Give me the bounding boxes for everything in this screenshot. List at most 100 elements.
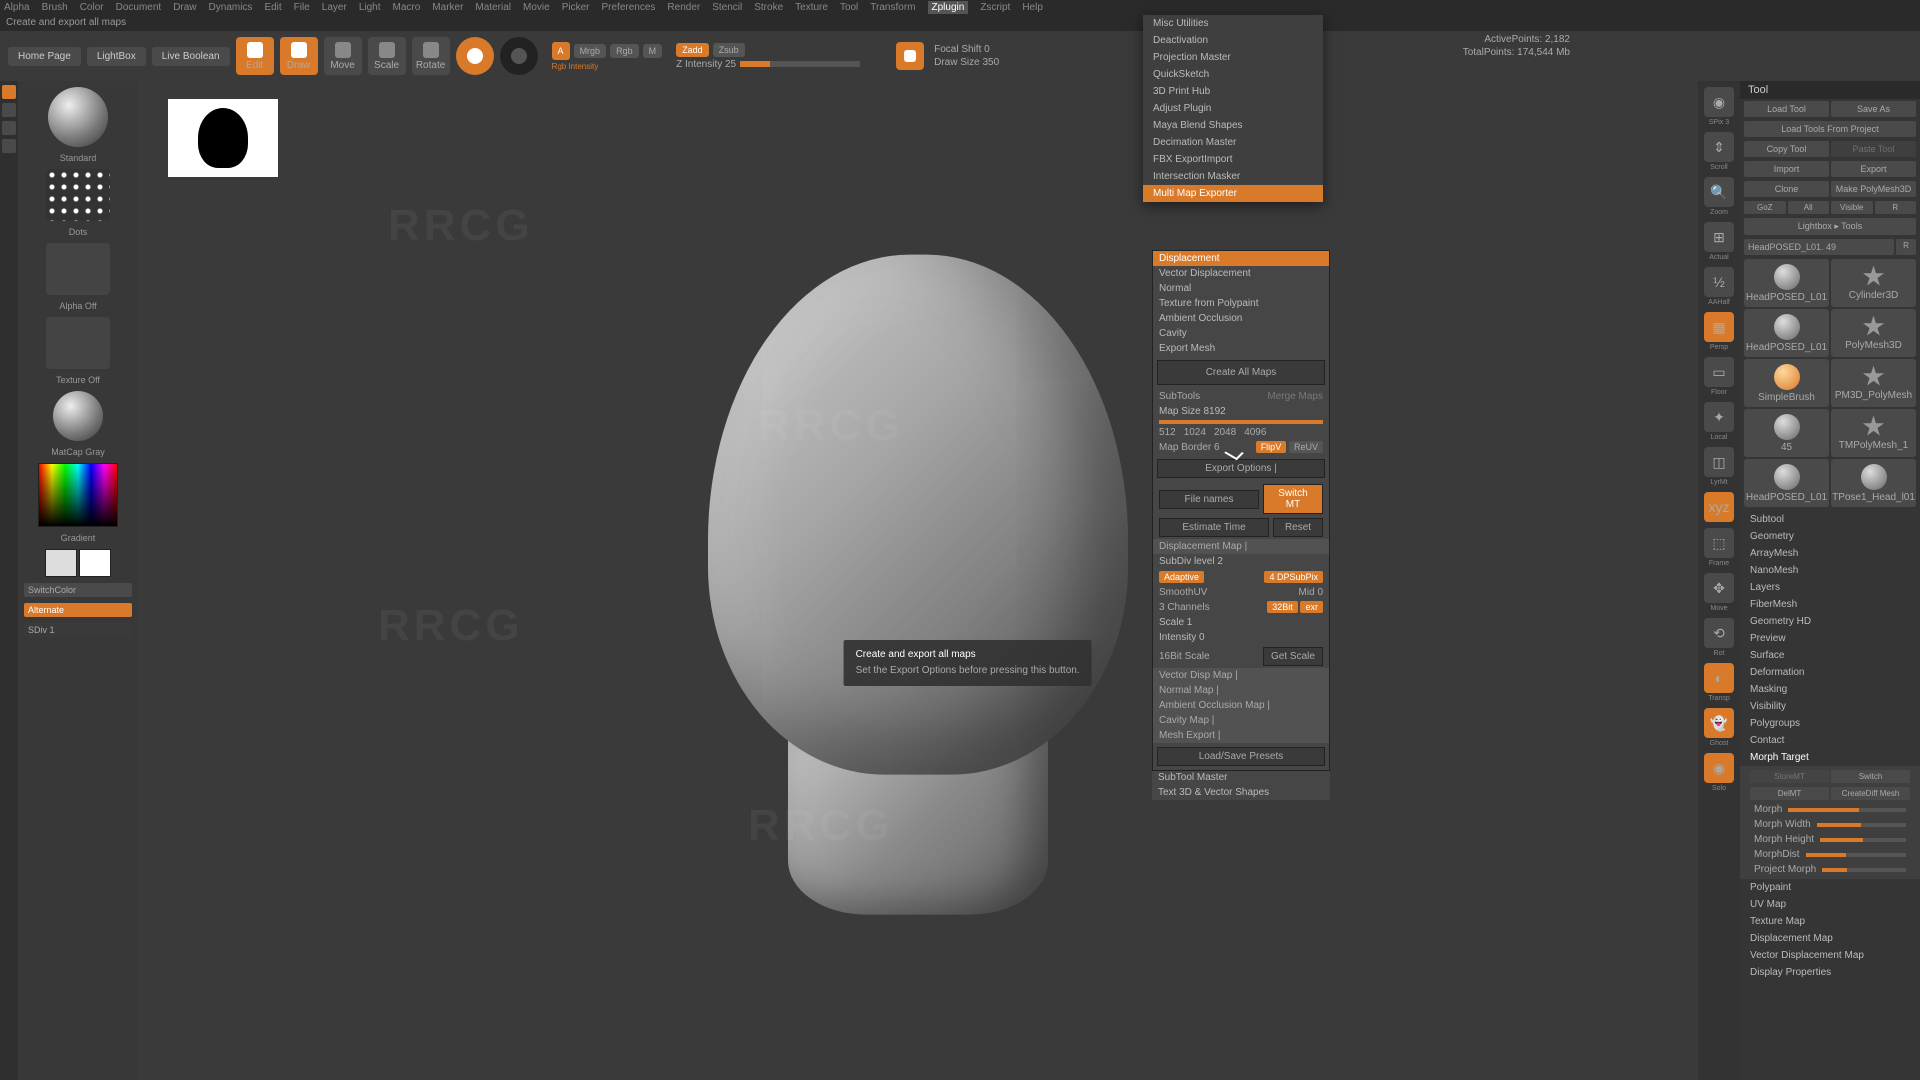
morph-width-slider[interactable]: Morph Width bbox=[1746, 817, 1914, 832]
tool-thumb[interactable]: 45 bbox=[1744, 409, 1829, 457]
map-border-label[interactable]: Map Border 6 bbox=[1159, 442, 1220, 453]
reset-button[interactable]: Reset bbox=[1273, 518, 1323, 537]
r-toggle[interactable]: R bbox=[1896, 239, 1916, 255]
menu-zscript[interactable]: Zscript bbox=[980, 2, 1010, 13]
color-swatches[interactable] bbox=[45, 549, 111, 577]
menu-layer[interactable]: Layer bbox=[322, 2, 347, 13]
morph-slider[interactable]: Morph bbox=[1746, 802, 1914, 817]
floor-icon[interactable]: ▭ bbox=[1704, 357, 1734, 387]
mid-field[interactable]: Mid 0 bbox=[1299, 587, 1323, 598]
section-arraymesh[interactable]: ArrayMesh bbox=[1740, 545, 1920, 562]
intensity-field[interactable]: Intensity 0 bbox=[1153, 630, 1329, 645]
mme-exportmesh-toggle[interactable]: Export Mesh bbox=[1153, 341, 1329, 356]
section-visibility[interactable]: Visibility bbox=[1740, 698, 1920, 715]
vdisp-map-header[interactable]: Vector Disp Map | bbox=[1153, 668, 1329, 683]
switch-color-button[interactable]: SwitchColor bbox=[24, 583, 132, 597]
section-polygroups[interactable]: Polygroups bbox=[1740, 715, 1920, 732]
map-size-label[interactable]: Map Size 8192 bbox=[1153, 404, 1329, 419]
exr-toggle[interactable]: exr bbox=[1300, 601, 1323, 613]
material-preview[interactable] bbox=[53, 391, 103, 441]
get-scale-button[interactable]: Get Scale bbox=[1263, 647, 1323, 666]
alternate-button[interactable]: Alternate bbox=[24, 603, 132, 617]
project-morph-slider[interactable]: Project Morph bbox=[1746, 862, 1914, 877]
export-button[interactable]: Export bbox=[1831, 161, 1916, 177]
spix-icon[interactable]: ◉ bbox=[1704, 87, 1734, 117]
mrgb-toggle[interactable]: Mrgb bbox=[574, 44, 607, 58]
menu-draw[interactable]: Draw bbox=[173, 2, 196, 13]
section-deformation[interactable]: Deformation bbox=[1740, 664, 1920, 681]
save-as-button[interactable]: Save As bbox=[1831, 101, 1916, 117]
menu-zplugin[interactable]: Zplugin bbox=[928, 1, 969, 14]
flipv-toggle[interactable]: FlipV bbox=[1256, 441, 1287, 453]
smoothuv-toggle[interactable]: SmoothUV bbox=[1159, 587, 1207, 598]
local-icon[interactable]: ✦ bbox=[1704, 402, 1734, 432]
dd-subtool-master[interactable]: SubTool Master bbox=[1152, 770, 1330, 785]
create-all-maps-button[interactable]: Create All Maps bbox=[1157, 360, 1325, 385]
mme-displacement-toggle[interactable]: Displacement bbox=[1153, 251, 1329, 266]
section-surface[interactable]: Surface bbox=[1740, 647, 1920, 664]
section-nanomesh[interactable]: NanoMesh bbox=[1740, 562, 1920, 579]
menu-transform[interactable]: Transform bbox=[870, 2, 915, 13]
ao-map-header[interactable]: Ambient Occlusion Map | bbox=[1153, 698, 1329, 713]
mme-ao-toggle[interactable]: Ambient Occlusion bbox=[1153, 311, 1329, 326]
ghost-icon[interactable]: 👻 bbox=[1704, 708, 1734, 738]
dd-misc-utilities[interactable]: Misc Utilities bbox=[1143, 15, 1323, 32]
rail-icon[interactable] bbox=[2, 103, 16, 117]
menu-picker[interactable]: Picker bbox=[562, 2, 590, 13]
estimate-time-button[interactable]: Estimate Time bbox=[1159, 518, 1269, 537]
section-polypaint[interactable]: Polypaint bbox=[1740, 879, 1920, 896]
section-uvmap[interactable]: UV Map bbox=[1740, 896, 1920, 913]
file-names-button[interactable]: File names bbox=[1159, 490, 1259, 509]
mrgb-a-toggle[interactable]: A bbox=[552, 42, 570, 60]
m-toggle[interactable]: M bbox=[643, 44, 663, 58]
section-vectdispmap[interactable]: Vector Displacement Map bbox=[1740, 947, 1920, 964]
menu-macro[interactable]: Macro bbox=[393, 2, 421, 13]
dd-multi-map-exporter[interactable]: Multi Map Exporter bbox=[1143, 185, 1323, 202]
scroll-icon[interactable]: ⇕ bbox=[1704, 132, 1734, 162]
goz-all-button[interactable]: All bbox=[1788, 201, 1830, 214]
mesh-export-header[interactable]: Mesh Export | bbox=[1153, 728, 1329, 743]
xyz-icon[interactable]: xyz bbox=[1704, 492, 1734, 522]
rail-icon[interactable] bbox=[2, 121, 16, 135]
menu-alpha[interactable]: Alpha bbox=[4, 2, 30, 13]
focal-shift-slider[interactable]: Focal Shift 0 bbox=[934, 44, 999, 55]
menu-preferences[interactable]: Preferences bbox=[601, 2, 655, 13]
section-texturemap[interactable]: Texture Map bbox=[1740, 913, 1920, 930]
mme-normal-toggle[interactable]: Normal bbox=[1153, 281, 1329, 296]
menu-material[interactable]: Material bbox=[475, 2, 511, 13]
load-project-button[interactable]: Load Tools From Project bbox=[1744, 121, 1916, 137]
rot-icon[interactable]: ⟲ bbox=[1704, 618, 1734, 648]
tool-thumb[interactable]: Cylinder3D bbox=[1831, 259, 1916, 307]
sculptris-button[interactable] bbox=[500, 37, 538, 75]
edit-mode-button[interactable]: Edit bbox=[236, 37, 274, 75]
mapsize-512[interactable]: 512 bbox=[1159, 427, 1176, 438]
move-mode-button[interactable]: Move bbox=[324, 37, 362, 75]
dd-deactivation[interactable]: Deactivation bbox=[1143, 32, 1323, 49]
adaptive-toggle[interactable]: Adaptive bbox=[1159, 571, 1204, 583]
section-masking[interactable]: Masking bbox=[1740, 681, 1920, 698]
mme-texpoly-toggle[interactable]: Texture from Polypaint bbox=[1153, 296, 1329, 311]
mme-vdisp-toggle[interactable]: Vector Displacement bbox=[1153, 266, 1329, 281]
tool-thumb[interactable]: PM3D_PolyMesh bbox=[1831, 359, 1916, 407]
lightbox-tools-button[interactable]: Lightbox ▸ Tools bbox=[1744, 218, 1916, 235]
dd-intersection-masker[interactable]: Intersection Masker bbox=[1143, 168, 1323, 185]
section-geometryhd[interactable]: Geometry HD bbox=[1740, 613, 1920, 630]
transp-icon[interactable]: ◐ bbox=[1704, 663, 1734, 693]
quicksave-thumb[interactable] bbox=[168, 99, 278, 177]
color-picker[interactable] bbox=[38, 463, 118, 527]
tool-thumb[interactable]: PolyMesh3D bbox=[1831, 309, 1916, 357]
alpha-preview[interactable] bbox=[46, 243, 110, 295]
menu-color[interactable]: Color bbox=[80, 2, 104, 13]
zadd-toggle[interactable]: Zadd bbox=[676, 43, 709, 57]
menu-light[interactable]: Light bbox=[359, 2, 381, 13]
rail-icon[interactable] bbox=[2, 85, 16, 99]
section-layers[interactable]: Layers bbox=[1740, 579, 1920, 596]
viewport[interactable]: RRCG RRCG RRCG RRCG Create and export al… bbox=[138, 81, 1698, 1080]
sdiv-indicator[interactable]: SDiv 1 bbox=[24, 623, 132, 637]
rail-icon[interactable] bbox=[2, 139, 16, 153]
section-geometry[interactable]: Geometry bbox=[1740, 528, 1920, 545]
make-polymesh-button[interactable]: Make PolyMesh3D bbox=[1831, 181, 1916, 197]
tool-thumb[interactable]: HeadPOSED_L01 bbox=[1744, 459, 1829, 507]
subtools-button[interactable]: SubTools bbox=[1159, 391, 1200, 402]
live-boolean-button[interactable]: Live Boolean bbox=[152, 47, 230, 66]
